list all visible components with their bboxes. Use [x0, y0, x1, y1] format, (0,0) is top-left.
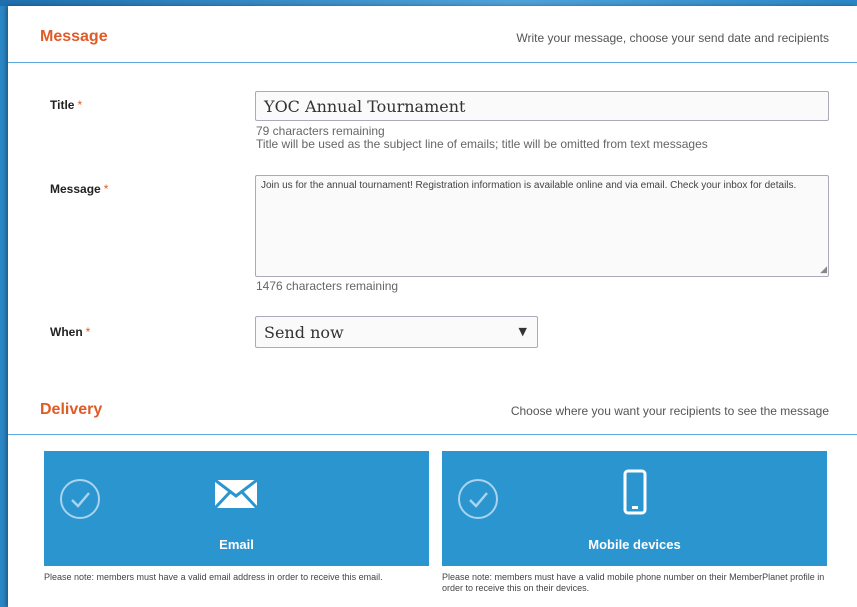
message-label-text: Message: [50, 182, 101, 196]
message-section-header: Message Write your message, choose your …: [8, 28, 857, 48]
message-section-subtitle: Write your message, choose your send dat…: [516, 31, 829, 45]
message-textarea-value: Join us for the annual tournament! Regis…: [261, 180, 797, 191]
email-check-icon: [60, 479, 100, 519]
resize-handle-icon[interactable]: ◢: [820, 263, 827, 275]
email-delivery-card[interactable]: Email: [44, 451, 429, 566]
delivery-section-header: Delivery Choose where you want your reci…: [8, 401, 857, 421]
envelope-icon: [213, 478, 259, 514]
message-required-mark: *: [103, 182, 109, 196]
when-label: When *: [50, 325, 90, 339]
when-required-mark: *: [85, 325, 91, 339]
title-hint: Title will be used as the subject line o…: [256, 137, 708, 151]
message-label: Message *: [50, 182, 108, 196]
message-section-divider: [8, 62, 857, 63]
message-textarea[interactable]: Join us for the annual tournament! Regis…: [255, 175, 829, 277]
delivery-section-subtitle: Choose where you want your recipients to…: [510, 404, 829, 418]
compose-panel: Message Write your message, choose your …: [8, 6, 857, 607]
when-label-text: When: [50, 325, 83, 339]
title-helper: 79 characters remaining Title will be us…: [256, 125, 708, 151]
title-label: Title *: [50, 98, 82, 112]
when-select[interactable]: Send now ▼: [255, 316, 538, 348]
title-input[interactable]: YOC Annual Tournament: [255, 91, 829, 121]
delivery-section-title: Delivery: [40, 401, 103, 418]
email-note: Please note: members must have a valid e…: [44, 572, 383, 582]
title-required-mark: *: [77, 98, 83, 112]
message-section-title: Message: [40, 28, 108, 45]
dropdown-caret-icon: ▼: [518, 325, 527, 338]
mobile-card-label: Mobile devices: [588, 537, 681, 552]
mobile-note: Please note: members must have a valid m…: [442, 572, 825, 593]
email-card-label: Email: [219, 537, 254, 552]
mobile-phone-icon: [623, 469, 647, 520]
when-selected-value: Send now: [264, 323, 344, 342]
delivery-section-divider: [8, 434, 857, 435]
mobile-delivery-card[interactable]: Mobile devices: [442, 451, 827, 566]
title-label-text: Title: [50, 98, 75, 112]
title-input-value: YOC Annual Tournament: [264, 97, 466, 116]
mobile-check-icon: [458, 479, 498, 519]
message-chars-remaining: 1476 characters remaining: [256, 279, 399, 293]
